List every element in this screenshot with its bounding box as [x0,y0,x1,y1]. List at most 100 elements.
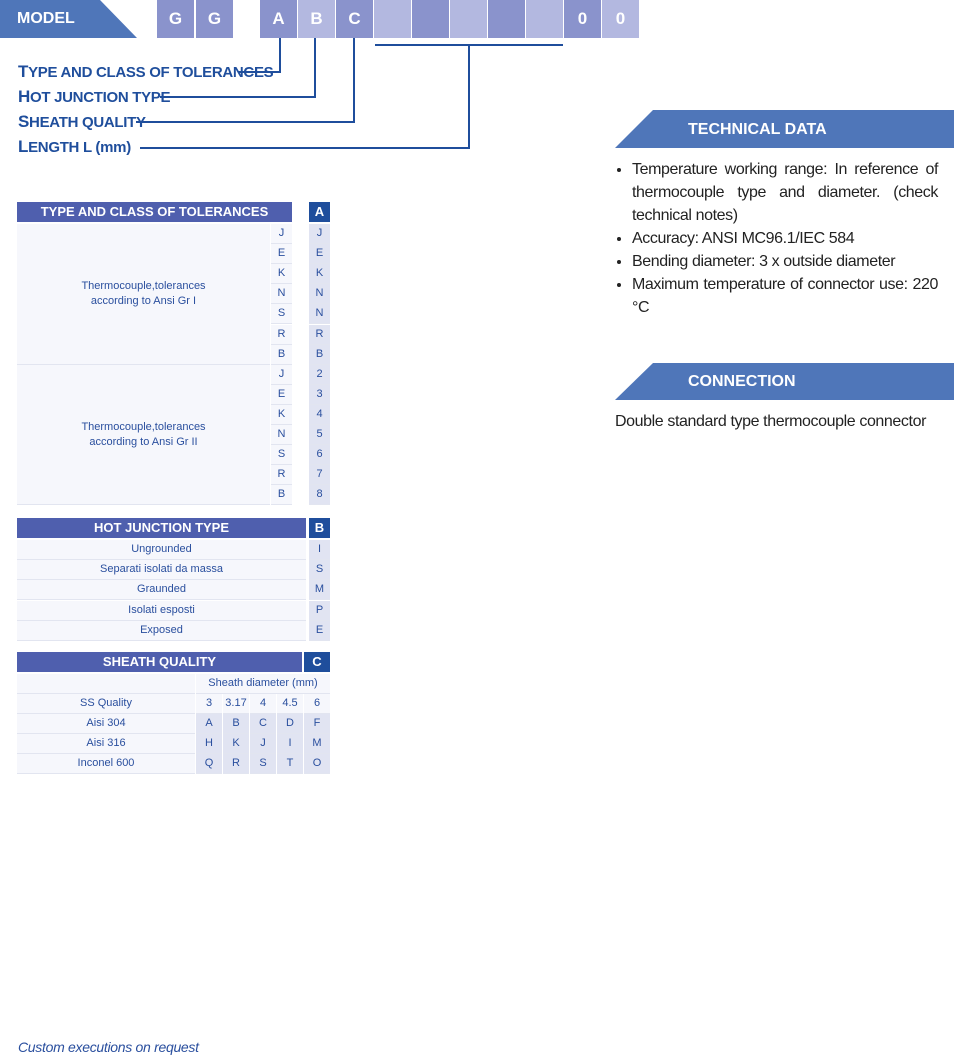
sheath-code: M [304,734,330,755]
thermocouple-type: B [271,344,292,365]
thermocouple-type: N [271,425,292,445]
sheath-code: D [277,714,303,734]
connector-line [314,38,316,98]
hot-junction-label: Separati isolati da massa [17,560,306,581]
model-code-box [526,0,563,38]
connector-line [140,147,470,149]
model-banner: MODEL [0,0,137,38]
tolerance-code: J [309,224,330,244]
tolerance-code: B [309,344,330,365]
legend-type-class: TYPE AND CLASS OF TOLERANCES [18,62,274,81]
tolerance-code: 8 [309,485,330,506]
model-label: MODEL [17,10,75,27]
tolerance-code: 5 [309,425,330,445]
technical-data-title: TECHNICAL DATA [688,121,827,138]
technical-item: Bending diameter: 3 x outside diameter [632,250,938,273]
sheath-code: J [250,734,276,755]
tolerance-code: 6 [309,445,330,466]
model-code-box: 0 [564,0,601,38]
thermocouple-type: R [271,465,292,486]
technical-item: Maximum temperature of connector use: 22… [632,273,938,319]
model-code-box: A [260,0,297,38]
sheath-diameter: 4 [250,694,276,714]
tolerance-code: 2 [309,364,330,385]
sheath-code: O [304,754,330,775]
tolerance-code: N [309,304,330,325]
sheath-diameter: 4.5 [277,694,303,714]
thermocouple-type: B [271,485,292,506]
thermocouple-type: S [271,304,292,325]
table-c-subheader: Sheath diameter (mm) [196,674,330,694]
sheath-material: Aisi 316 [17,734,195,755]
hot-junction-code: S [309,560,330,581]
model-code-box [488,0,525,38]
legend-sheath-quality: SHEATH QUALITY [18,112,146,131]
footer-note: Custom executions on request [18,1039,199,1055]
technical-item: Accuracy: ANSI MC96.1/IEC 584 [632,227,938,250]
hot-junction-label: Exposed [17,620,306,641]
tolerance-group-label: Thermocouple,tolerances according to Ans… [17,224,270,365]
sheath-diameter: 6 [304,694,330,714]
table-b-title: HOT JUNCTION TYPE [17,518,306,538]
thermocouple-type: R [271,324,292,345]
tolerance-code: K [309,264,330,285]
hot-junction-code: P [309,600,330,621]
connector-line [160,96,316,98]
thermocouple-type: K [271,264,292,285]
sheath-material: Inconel 600 [17,754,195,775]
table-c-code: C [304,652,330,672]
sheath-code: B [223,714,249,734]
connection-banner: CONNECTION [615,363,954,400]
connector-line [353,38,355,123]
hot-junction-label: Isolati esposti [17,600,306,621]
thermocouple-type: N [271,284,292,305]
model-code-box [450,0,487,38]
sheath-code: R [223,754,249,775]
hot-junction-code: M [309,580,330,601]
sheath-code: S [250,754,276,775]
technical-data-banner: TECHNICAL DATA [615,110,954,148]
sheath-code: C [250,714,276,734]
sheath-code: F [304,714,330,734]
thermocouple-type: J [271,364,292,385]
hot-junction-label: Ungrounded [17,540,306,560]
connector-line [468,44,470,149]
sheath-material: Aisi 304 [17,714,195,734]
sheath-code: Q [196,754,222,775]
sheath-diameter: 3.17 [223,694,249,714]
tolerance-code: N [309,284,330,305]
thermocouple-type: S [271,445,292,466]
sheath-code: A [196,714,222,734]
sheath-code: T [277,754,303,775]
connector-line [136,121,355,123]
tolerance-code: 4 [309,404,330,425]
sheath-code: K [223,734,249,755]
connection-title: CONNECTION [688,373,796,390]
thermocouple-type: E [271,244,292,265]
ss-quality-header: SS Quality [17,694,195,714]
tolerance-code: 3 [309,384,330,405]
connector-line [279,38,281,73]
hot-junction-label: Graunded [17,580,306,601]
table-b-code: B [309,518,330,538]
tolerance-code: E [309,244,330,265]
thermocouple-type: J [271,224,292,244]
technical-data-list: Temperature working range: In reference … [615,158,938,319]
table-a-code: A [309,202,330,222]
model-code-box: 0 [602,0,639,38]
table-c-title: SHEATH QUALITY [17,652,302,672]
tolerance-code: R [309,324,330,345]
tolerance-code: 7 [309,465,330,486]
sheath-code: I [277,734,303,755]
model-code-box: B [298,0,335,38]
sheath-code: H [196,734,222,755]
tolerance-group-label: Thermocouple,tolerances according to Ans… [17,364,270,506]
table-a-title: TYPE AND CLASS OF TOLERANCES [17,202,292,222]
sheath-diameter: 3 [196,694,222,714]
thermocouple-type: K [271,404,292,425]
connection-text: Double standard type thermocouple connec… [615,413,927,430]
table-c-blank [17,674,195,694]
model-code-box [412,0,449,38]
hot-junction-code: I [309,540,330,560]
legend-hot-junction: HOT JUNCTION TYPE [18,87,171,106]
